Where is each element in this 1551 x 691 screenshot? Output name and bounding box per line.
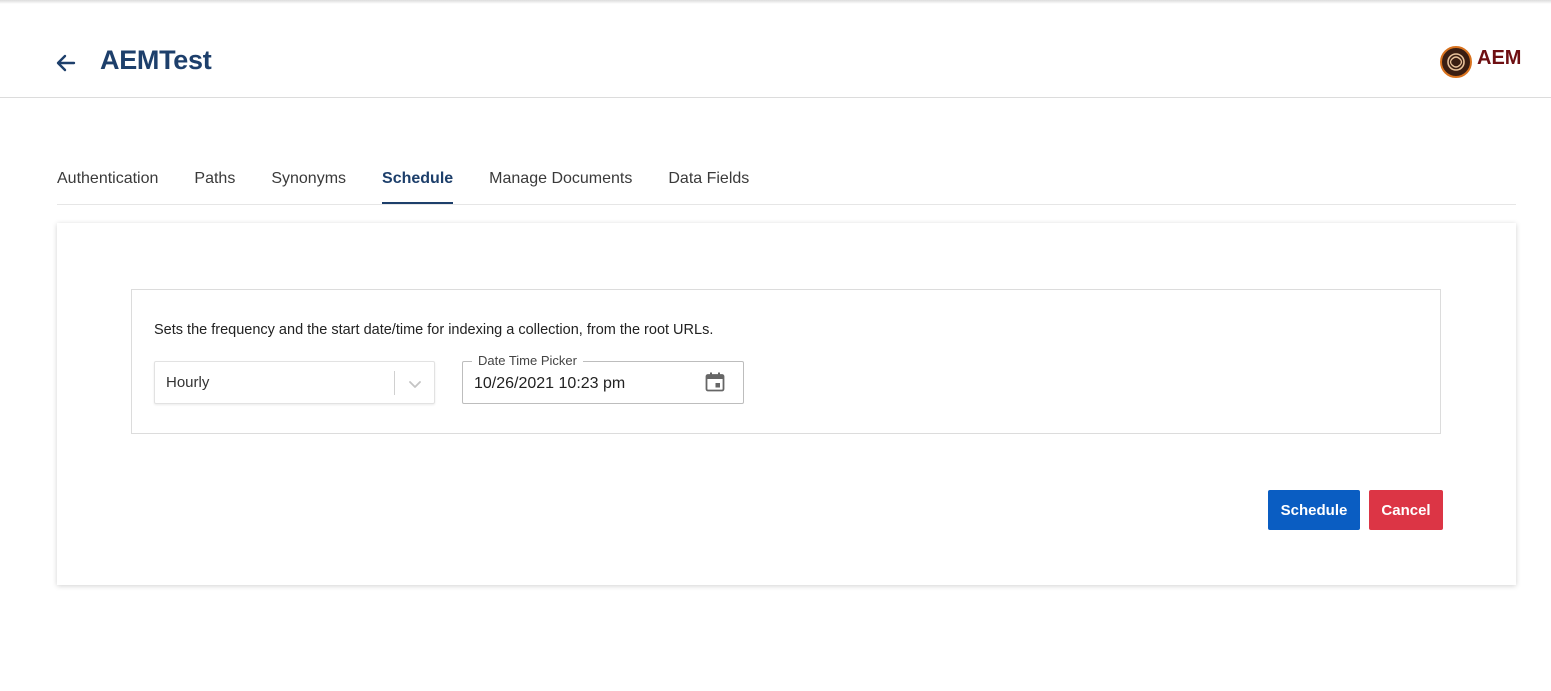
schedule-description: Sets the frequency and the start date/ti… [154, 322, 714, 338]
schedule-panel: Sets the frequency and the start date/ti… [131, 289, 1441, 434]
date-time-value[interactable]: 10/26/2021 10:23 pm [474, 375, 625, 393]
date-time-picker[interactable]: Date Time Picker 10/26/2021 10:23 pm [462, 353, 744, 404]
date-time-picker-label: Date Time Picker [472, 353, 583, 368]
logo-text: AEM [1477, 46, 1522, 69]
select-divider [394, 371, 395, 395]
tab-paths[interactable]: Paths [194, 160, 235, 204]
frequency-select[interactable]: Hourly [154, 361, 435, 404]
tab-bar: Authentication Paths Synonyms Schedule M… [57, 160, 1516, 205]
frequency-value: Hourly [166, 374, 210, 391]
tab-synonyms[interactable]: Synonyms [271, 160, 346, 204]
tab-schedule[interactable]: Schedule [382, 160, 454, 204]
cancel-button[interactable]: Cancel [1369, 490, 1443, 530]
tab-manage-documents[interactable]: Manage Documents [489, 160, 632, 204]
schedule-button[interactable]: Schedule [1268, 490, 1360, 530]
back-button[interactable] [52, 49, 80, 77]
tab-data-fields[interactable]: Data Fields [668, 160, 749, 204]
chevron-down-icon[interactable] [405, 374, 425, 394]
arrow-left-icon [56, 54, 76, 72]
tab-authentication[interactable]: Authentication [57, 160, 158, 204]
calendar-icon[interactable] [703, 370, 727, 394]
schedule-card: Sets the frequency and the start date/ti… [57, 223, 1516, 585]
page-header: AEMTest AEM [0, 0, 1551, 98]
aem-logo-icon [1440, 46, 1472, 78]
page-title: AEMTest [100, 45, 212, 75]
aem-logo: AEM [1440, 45, 1521, 79]
